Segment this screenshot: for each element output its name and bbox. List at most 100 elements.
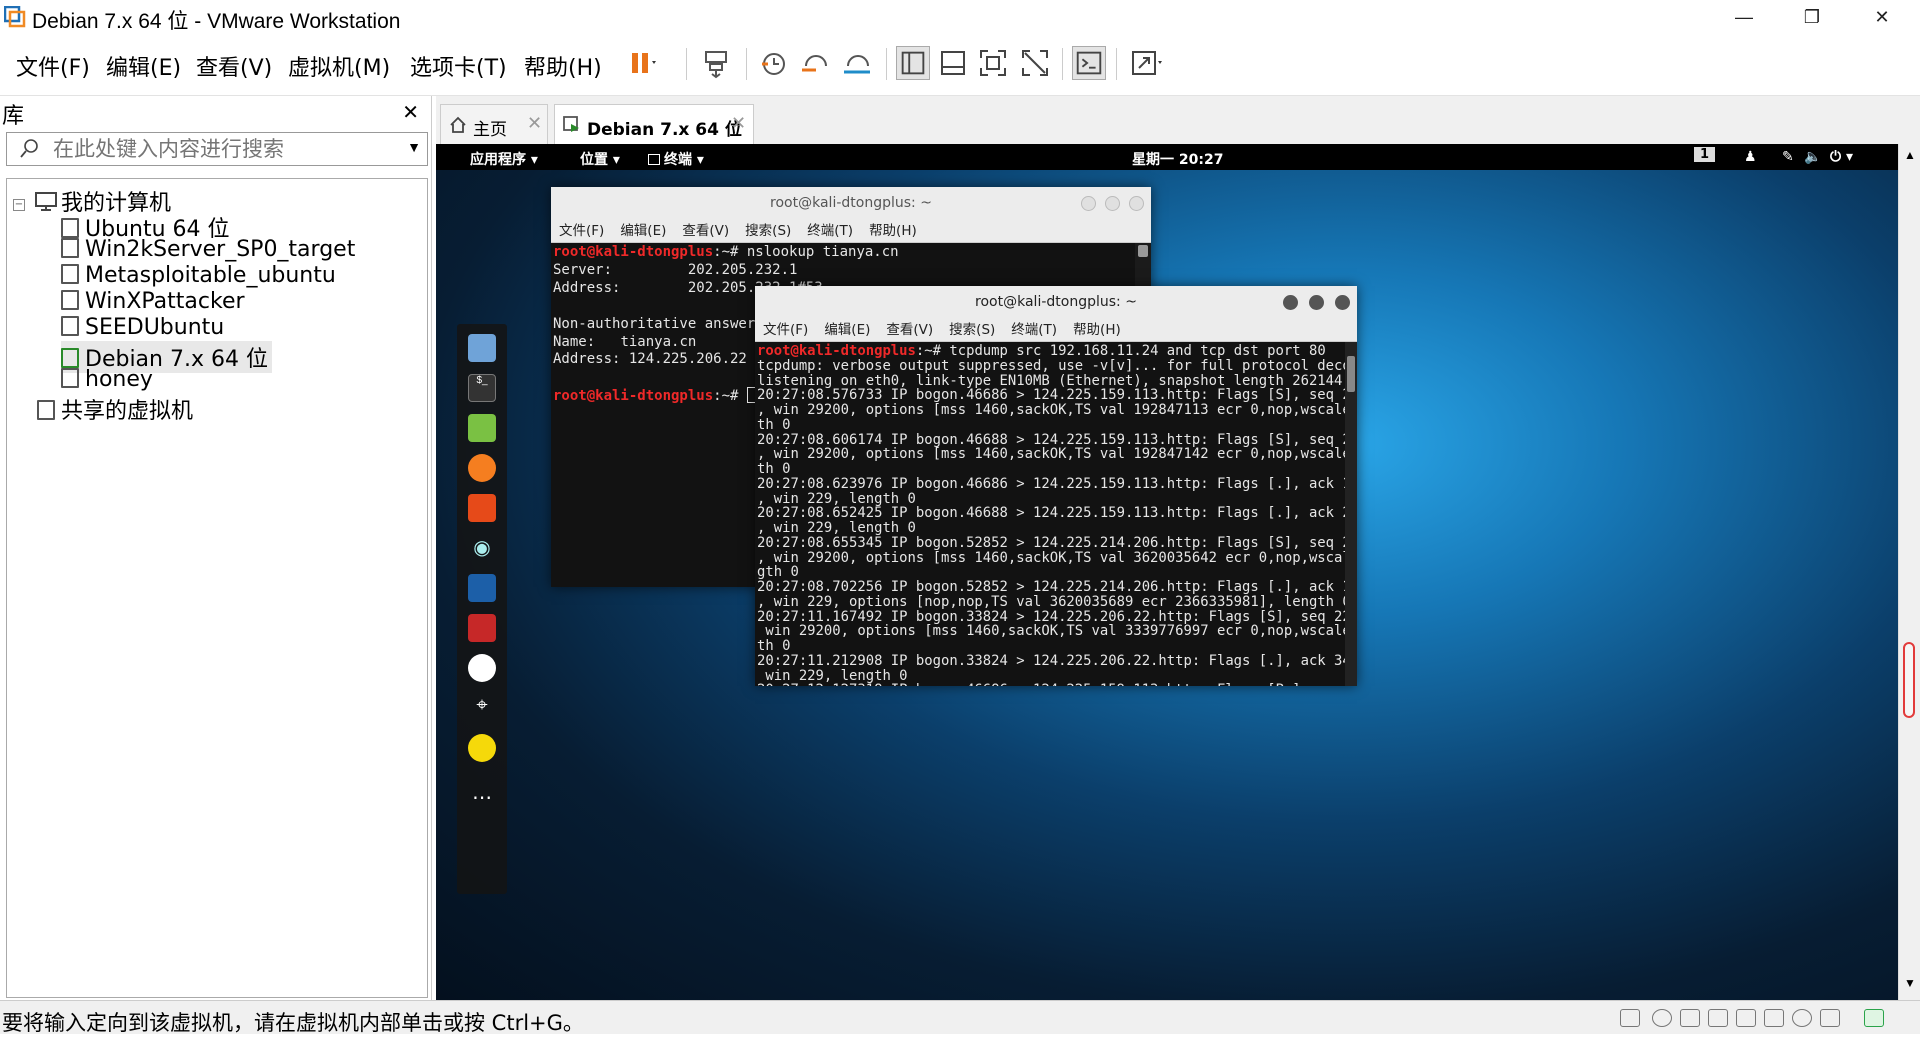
unity-icon[interactable] [1018,46,1052,80]
power-icon[interactable]: ⏻ ▾ [1830,149,1853,165]
fullscreen-icon[interactable] [976,46,1010,80]
scroll-thumb[interactable] [1903,642,1915,718]
terminal-icon[interactable]: $_ [468,374,496,402]
vm-icon [61,290,79,310]
network-adapter-icon[interactable] [1680,1009,1700,1027]
terminal-prompt-suffix: :~# [713,244,747,260]
tree-shared-vms[interactable]: 共享的虚拟机 [37,393,193,425]
floppy-icon[interactable] [1792,1009,1812,1027]
maximize-icon[interactable] [1309,295,1324,310]
terminal-menubar: 文件(F) 编辑(E) 查看(V) 搜索(S) 终端(T) 帮助(H) [551,219,1151,243]
tab-home[interactable]: 主页 ✕ [440,104,548,144]
terminal-menu-terminal[interactable]: 终端(T) [807,219,853,243]
terminal-window-tcpdump[interactable]: root@kali-dtongplus: ~ 文件(F) 编辑(E) 查看(V) 搜索… [755,286,1357,686]
faraday-icon[interactable] [468,734,496,762]
gnome-apps-label: 应用程序 [470,152,526,168]
pen-icon[interactable]: ✎ [1782,149,1794,165]
terminal-menu-file[interactable]: 文件(F) [559,219,604,243]
burpsuite-icon[interactable] [468,494,496,522]
terminal-menu-terminal[interactable]: 终端(T) [1011,318,1057,342]
cd-dvd-icon[interactable] [1652,1009,1672,1027]
menu-view[interactable]: 查看(V) [196,50,272,82]
terminal-scrollbar[interactable] [1345,342,1357,686]
terminal-titlebar: root@kali-dtongplus: ~ [755,286,1357,318]
gnome-apps-menu[interactable]: 应用程序 ▾ [470,149,538,169]
collapse-icon[interactable]: − [13,199,25,211]
maltego-icon[interactable] [468,654,496,682]
vm-vertical-scrollbar[interactable]: ▲ ▼ [1898,144,1920,1000]
snapshot-icon[interactable] [756,46,790,80]
eye-icon[interactable]: ◉ [468,534,496,562]
notes-icon[interactable] [468,414,496,442]
show-apps-icon[interactable]: ⋯ [468,784,496,812]
library-search[interactable]: ▼ [6,132,428,166]
terminal-command-output: tcpdump: verbose output suppressed, use … [757,357,1345,686]
stretch-icon[interactable] [1128,46,1162,80]
printer-icon[interactable] [1708,1009,1728,1027]
volume-icon[interactable]: 🔈 [1804,149,1821,165]
terminal-menu-view[interactable]: 查看(V) [886,318,933,342]
terminal-menu-search[interactable]: 搜索(S) [745,219,791,243]
minimize-icon[interactable] [1081,196,1096,211]
tree-vm-win2k[interactable]: Win2kServer_SP0_target [61,237,355,262]
menu-tabs[interactable]: 选项卡(T) [410,50,507,82]
minimize-icon[interactable] [1283,295,1298,310]
chevron-down-icon[interactable]: ▼ [407,139,421,155]
terminal-menu-file[interactable]: 文件(F) [763,318,808,342]
minimize-button[interactable]: — [1714,2,1774,32]
gnome-places-label: 位置 [580,152,608,168]
snapshot-manager-icon[interactable] [840,46,874,80]
tab-close-icon[interactable]: ✕ [731,113,746,134]
tree-vm-winxp[interactable]: WinXPattacker [61,289,245,314]
close-icon[interactable] [1335,295,1350,310]
hard-disk-icon[interactable] [1620,1009,1640,1027]
menu-help[interactable]: 帮助(H) [524,50,602,82]
sound-card-icon[interactable] [1736,1009,1756,1027]
tree-vm-seedubuntu[interactable]: SEEDUbuntu [61,315,224,340]
menu-vm[interactable]: 虚拟机(M) [288,50,390,82]
gnome-places-menu[interactable]: 位置 ▾ [580,149,620,169]
terminal-menu-help[interactable]: 帮助(H) [1073,318,1121,342]
vm-message-icon[interactable] [1864,1009,1884,1027]
scroll-down-icon[interactable]: ▼ [1904,976,1916,990]
close-button[interactable]: ✕ [1852,2,1912,32]
menu-edit[interactable]: 编辑(E) [106,50,181,82]
cherrytree-icon[interactable] [468,614,496,642]
maximize-icon[interactable] [1105,196,1120,211]
library-search-input[interactable] [53,135,393,163]
terminal-menu-search[interactable]: 搜索(S) [949,318,995,342]
send-ctrl-alt-del-icon[interactable] [700,46,734,80]
gnome-dock: $_ ◉ ⌖ ⋯ [457,324,507,894]
menu-file[interactable]: 文件(F) [16,50,90,82]
library-close-icon[interactable]: ✕ [402,100,419,125]
terminal-menu-edit[interactable]: 编辑(E) [824,318,870,342]
usb-icon[interactable] [1764,1009,1784,1027]
thumbnail-view-icon[interactable] [936,46,970,80]
tree-vm-metasploitable[interactable]: Metasploitable_ubuntu [61,263,336,288]
terminal-menu-view[interactable]: 查看(V) [682,219,729,243]
metasploit-icon[interactable] [468,574,496,602]
tab-debian[interactable]: Debian 7.x 64 位 ✕ [554,104,754,144]
revert-snapshot-icon[interactable] [798,46,832,80]
terminal-output[interactable]: root@kali-dtongplus:~# tcpdump src 192.1… [755,342,1345,686]
terminal-menu-edit[interactable]: 编辑(E) [620,219,666,243]
pause-icon[interactable] [624,46,658,80]
guest-screen[interactable]: 应用程序 ▾ 位置 ▾ 终端 ▾ 星期一 20:27 1 ♟ ✎ 🔈 ⏻ ▾ $… [436,144,1898,1000]
terminal-menu-help[interactable]: 帮助(H) [869,219,917,243]
display-icon[interactable] [1820,1009,1840,1027]
gnome-terminal-menu[interactable]: 终端 ▾ [648,149,704,169]
tree-vm-honey[interactable]: honey [61,367,153,392]
people-icon[interactable]: ♟ [1744,149,1757,165]
close-icon[interactable] [1129,196,1144,211]
maximize-button[interactable]: ❐ [1782,2,1842,32]
wireless-icon[interactable]: ⌖ [468,694,496,722]
files-icon[interactable] [468,334,496,362]
firefox-icon[interactable] [468,454,496,482]
tree-shared-label: 共享的虚拟机 [61,399,194,424]
console-icon[interactable] [1072,46,1106,80]
workspace-indicator[interactable]: 1 [1694,147,1716,162]
tab-close-icon[interactable]: ✕ [527,113,542,134]
gnome-clock[interactable]: 星期一 20:27 [1132,149,1223,169]
scroll-up-icon[interactable]: ▲ [1904,148,1916,162]
library-view-icon[interactable] [896,46,930,80]
